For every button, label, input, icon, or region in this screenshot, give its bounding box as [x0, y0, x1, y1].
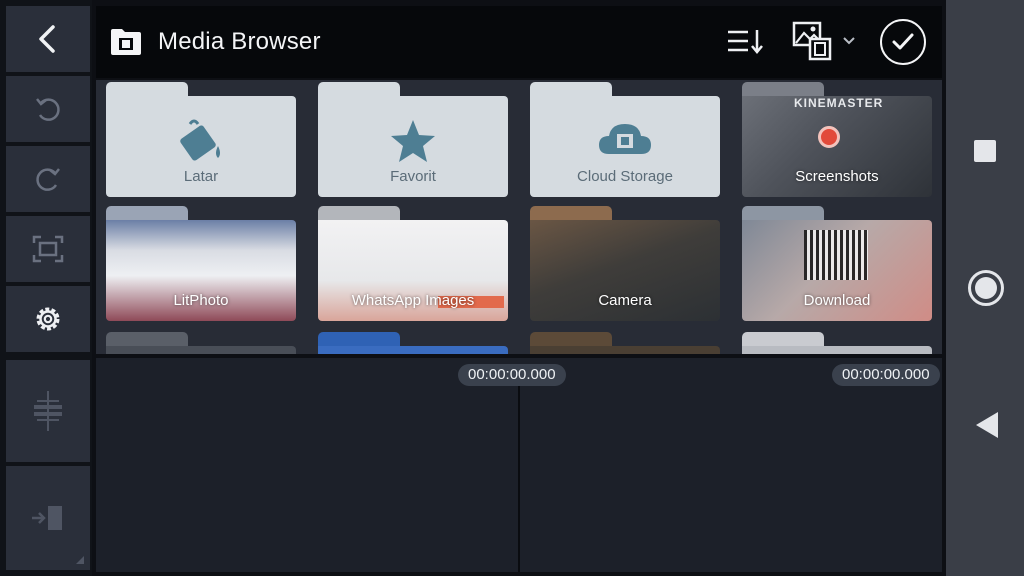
folder-tile-favorit[interactable]: Favorit [318, 82, 508, 197]
folder-tile-partial[interactable] [530, 332, 720, 354]
split-track-icon [34, 391, 62, 431]
insert-clip-button[interactable] [6, 466, 90, 570]
left-toolbar [0, 0, 92, 576]
paint-bucket-icon [180, 119, 220, 161]
undo-button[interactable] [6, 76, 90, 142]
page-title: Media Browser [158, 28, 321, 55]
folder-tile-partial[interactable] [742, 332, 932, 354]
thumbnail-overlay-text: KINEMASTER [794, 96, 884, 110]
sort-icon[interactable] [726, 26, 764, 56]
image-video-icon [792, 21, 832, 61]
corner-expand-icon [76, 556, 84, 564]
back-arrow-icon [39, 25, 55, 53]
folder-tile-partial[interactable] [318, 332, 508, 354]
capture-button[interactable] [6, 216, 90, 282]
record-dot-decoration [818, 126, 840, 148]
qr-code-decoration [804, 230, 868, 280]
folder-label: Latar [183, 168, 219, 185]
folder-tile-latar[interactable]: Latar [106, 82, 296, 197]
star-icon [391, 120, 435, 162]
split-button[interactable] [6, 360, 90, 462]
folder-tile-litphoto[interactable]: LitPhoto [106, 206, 296, 321]
folder-label: Download [803, 292, 871, 309]
folder-tile-camera[interactable]: Camera [530, 206, 720, 321]
redo-button[interactable] [6, 146, 90, 212]
media-grid: Latar Favorit Cloud Storage KINEMASTER S… [96, 80, 942, 354]
settings-button[interactable] [6, 286, 90, 352]
redo-icon [36, 168, 60, 191]
recent-apps-button[interactable] [974, 140, 996, 162]
timecode-left: 00:00:00.000 [458, 364, 566, 386]
media-filter-dropdown[interactable] [792, 21, 856, 61]
gear-icon [36, 307, 60, 331]
insert-clip-icon [32, 506, 62, 530]
checkmark-icon [892, 33, 914, 50]
timeline-panel[interactable]: 00:00:00.000 00:00:00.000 [96, 358, 942, 572]
undo-icon [36, 98, 60, 121]
folder-label: LitPhoto [173, 292, 229, 309]
home-button[interactable] [968, 270, 1004, 306]
folder-label: WhatsApp Images [351, 292, 475, 309]
timecode-right: 00:00:00.000 [832, 364, 940, 386]
folder-tile-partial[interactable] [106, 332, 296, 354]
folder-tile-screenshots[interactable]: KINEMASTER Screenshots [742, 82, 932, 197]
folder-label: Screenshots [795, 168, 879, 185]
system-nav-bar [946, 0, 1024, 576]
cloud-film-icon [599, 124, 651, 154]
folder-tile-download[interactable]: Download [742, 206, 932, 321]
timeline-playhead[interactable] [518, 386, 520, 572]
back-button[interactable] [6, 6, 90, 72]
nav-back-button[interactable] [976, 412, 998, 438]
folder-tile-cloud-storage[interactable]: Cloud Storage [530, 82, 720, 197]
home-circle-icon [975, 277, 997, 299]
folder-film-icon [111, 29, 141, 55]
chevron-down-icon [843, 37, 855, 45]
capture-frame-icon [32, 235, 64, 263]
folder-label: Camera [598, 292, 652, 309]
media-browser-header: Media Browser [96, 6, 942, 78]
folder-tile-whatsapp-images[interactable]: WhatsApp Images [318, 206, 508, 321]
confirm-button[interactable] [880, 19, 926, 65]
folder-label: Favorit [390, 168, 436, 185]
folder-label: Cloud Storage [577, 168, 673, 185]
